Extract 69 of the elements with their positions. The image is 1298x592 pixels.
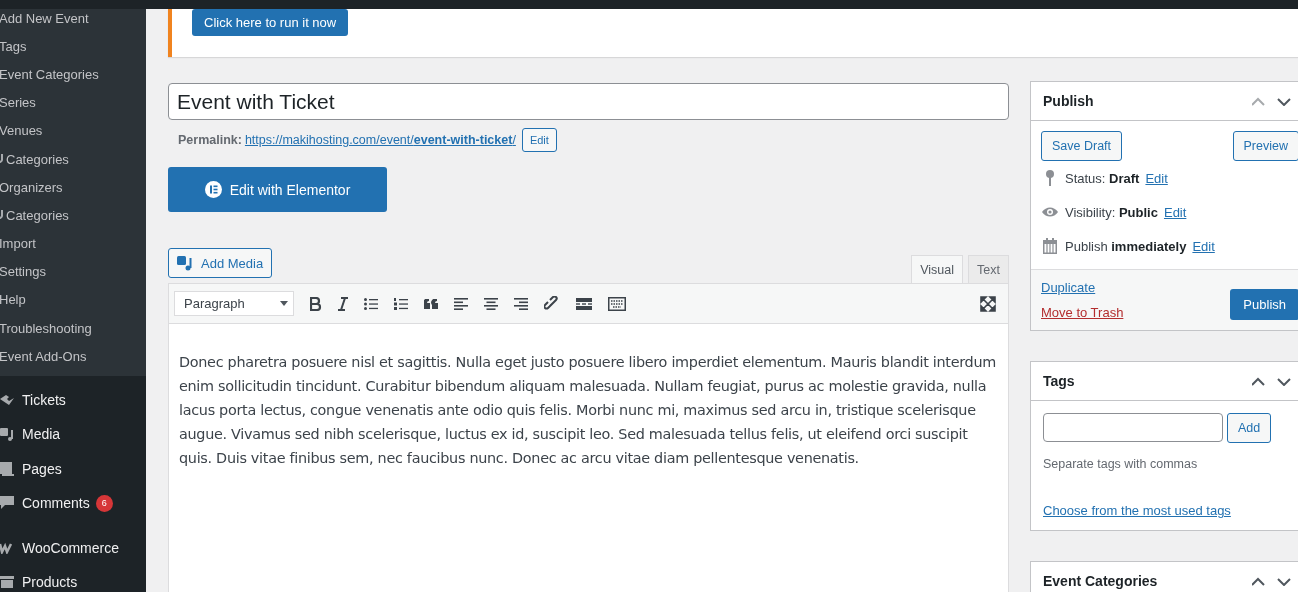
pages-icon xyxy=(0,461,14,476)
caret-icon xyxy=(280,301,288,306)
sidebar-item[interactable]: Organizers xyxy=(0,179,63,195)
sidebar-item[interactable]: Event Categories xyxy=(0,66,99,82)
sidebar-item[interactable]: Tags xyxy=(0,38,27,54)
save-draft-button[interactable]: Save Draft xyxy=(1041,131,1123,161)
keyboard-icon[interactable] xyxy=(608,296,626,311)
publish-setting: Visibility: Public xyxy=(1065,204,1158,220)
permalink-link[interactable]: https://makihosting.com/event/event-with-ticket/ xyxy=(244,133,516,147)
menu-item[interactable]: Comments xyxy=(22,495,90,512)
sidebar-item[interactable]: Settings xyxy=(0,264,46,280)
menu-item[interactable]: Tickets xyxy=(22,391,66,408)
run-button[interactable]: Click here to run it now xyxy=(192,9,349,36)
numbered-list-icon[interactable] xyxy=(394,297,408,310)
menu-item[interactable]: Pages xyxy=(22,460,62,477)
most-used-tags-link[interactable]: Choose from the most used tags xyxy=(1043,503,1231,518)
menu-item[interactable]: Media xyxy=(22,426,61,443)
tag-input[interactable] xyxy=(1043,413,1223,442)
woo-icon xyxy=(0,541,14,554)
edit-button[interactable]: Edit xyxy=(521,128,557,152)
elementor-button[interactable]: Edit with Elementor xyxy=(168,167,387,212)
editor-tab[interactable]: Visual xyxy=(911,255,964,283)
format-dropdown[interactable]: Paragraph xyxy=(174,291,294,316)
media-icon xyxy=(177,255,194,271)
publish-setting: Publish immediately xyxy=(1065,238,1187,254)
elementor-icon xyxy=(204,181,222,198)
sidebar-item[interactable]: Event Add-Ons xyxy=(0,348,87,364)
align-right-icon[interactable] xyxy=(514,297,528,310)
archive-icon xyxy=(0,575,14,590)
read-more-icon[interactable] xyxy=(576,297,592,310)
sidebar-item[interactable]: Import xyxy=(0,236,36,252)
publish-button[interactable]: Publish xyxy=(1230,289,1298,320)
add-button[interactable]: Add xyxy=(1227,413,1272,443)
publish-setting: Status: Draft xyxy=(1065,170,1140,186)
align-left-icon[interactable] xyxy=(454,297,468,310)
sidebar-item[interactable]: Categories xyxy=(6,207,69,223)
sidebar-item[interactable]: Help xyxy=(0,292,26,308)
menu-item[interactable]: Products xyxy=(22,574,78,591)
title-field[interactable]: Event with Ticket xyxy=(168,83,1009,120)
preview-button[interactable]: Preview xyxy=(1232,131,1298,161)
count-badge: 6 xyxy=(95,494,113,512)
comment-icon xyxy=(0,496,14,511)
menu-item[interactable]: WooCommerce xyxy=(22,539,119,556)
edit-link[interactable]: Edit xyxy=(1192,238,1215,254)
panel-title: Event Categories xyxy=(1043,573,1158,589)
align-center-icon[interactable] xyxy=(484,297,498,310)
panel-title: Tags xyxy=(1043,373,1075,389)
tags-hint: Separate tags with commas xyxy=(1043,457,1199,471)
calendar-icon xyxy=(1041,237,1059,255)
sidebar-item[interactable]: Series xyxy=(0,95,36,111)
bold-icon[interactable] xyxy=(310,296,322,311)
quote-icon[interactable] xyxy=(424,298,438,309)
italic-icon[interactable] xyxy=(338,296,348,311)
trash-link[interactable]: Move to Trash xyxy=(1041,305,1124,320)
add-media-button[interactable]: Add Media xyxy=(168,248,273,278)
panel-title: Publish xyxy=(1043,93,1094,109)
duplicate-link[interactable]: Duplicate xyxy=(1041,280,1124,295)
sidebar-item[interactable]: Categories xyxy=(6,151,69,167)
editor-tab[interactable]: Text xyxy=(968,255,1009,283)
sidebar-item[interactable]: Troubleshooting xyxy=(0,320,92,336)
hook-icon xyxy=(0,154,4,165)
edit-link[interactable]: Edit xyxy=(1163,204,1187,220)
hook-icon xyxy=(0,210,4,221)
media-icon xyxy=(0,427,14,442)
edit-link[interactable]: Edit xyxy=(1145,170,1168,186)
link-icon[interactable] xyxy=(544,295,560,312)
editor-text[interactable]: Donec pharetra posuere nisl et sagittis. Nulla eget justo posuere libero imperdiet elementum. Mauris blandit interdum enim sollicitudin tincidunt. Curabitur bibendum aliquam malesuada. Nullam feugiat, purus ac molestie gravida, nulla lacus porta lectus, congue venenatis ante odio quis felis. Morbi nunc mi, maximus sed arcu in, tristique scelerisque augue. Vivamus sed nibh scelerisque, luctus ex id, suscipit leo. Sed malesuada tellus felis, ut eleifend orci suscipit quis. Duis vitae finibus sem, nec faucibus nunc. Donec ac arcu vitae diam pellentesque venenatis. xyxy=(179,350,1000,470)
bullet-list-icon[interactable] xyxy=(364,297,378,310)
permalink-label: Permalink: xyxy=(178,133,242,147)
